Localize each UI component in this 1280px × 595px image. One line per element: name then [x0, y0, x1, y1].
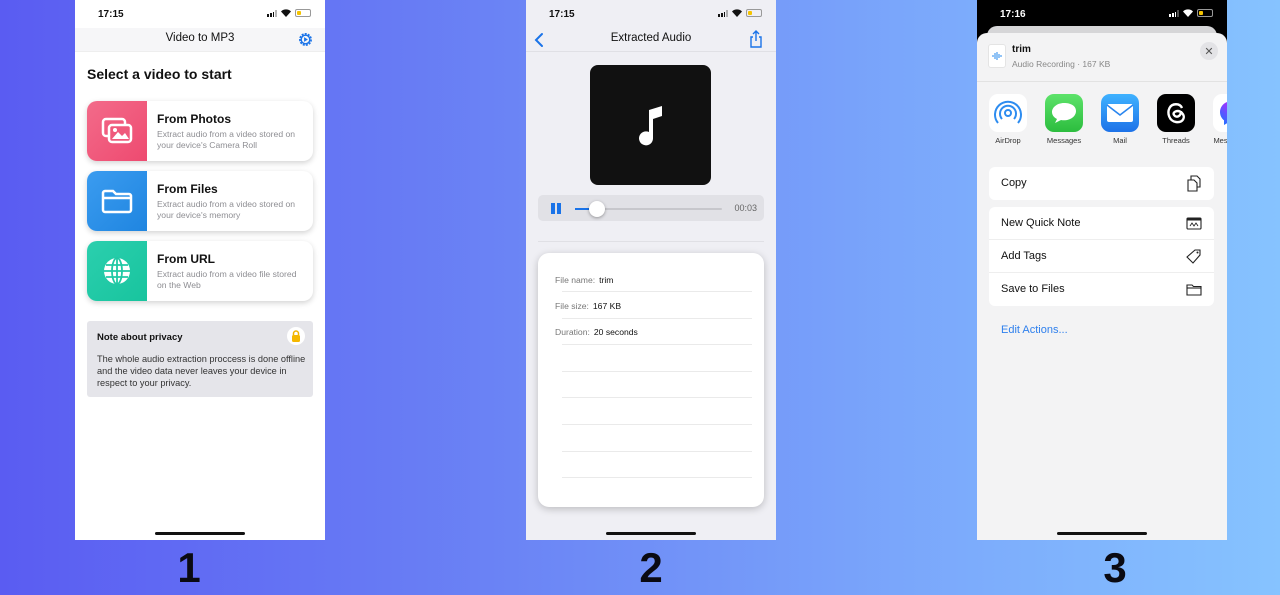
source-title: From Photos [157, 112, 231, 126]
action-add-tags[interactable]: Add Tags [989, 240, 1214, 273]
status-time: 17:15 [549, 9, 575, 20]
home-indicator[interactable] [1057, 532, 1147, 535]
info-duration: Duration: 20 seconds [555, 327, 638, 337]
globe-icon [104, 257, 130, 285]
mail-icon [1101, 94, 1139, 132]
status-bar: 17:16 [977, 0, 1227, 28]
quick-note-icon [1186, 217, 1202, 230]
lock-icon [287, 327, 305, 345]
file-name: trim [1012, 44, 1031, 55]
seek-thumb[interactable] [589, 200, 606, 217]
actions-group-copy: Copy [989, 167, 1214, 200]
share-sheet: trim Audio Recording · 167 KB ✕ AirDrop … [977, 33, 1227, 540]
signal-icon [718, 9, 728, 17]
share-icon[interactable] [748, 30, 764, 48]
source-title: From URL [157, 252, 215, 266]
share-apps-row: AirDrop Messages Mail Threads Mes [989, 94, 1227, 145]
tag-icon [1186, 249, 1201, 264]
source-card-photos[interactable]: From Photos Extract audio from a video s… [87, 101, 313, 161]
action-new-quick-note[interactable]: New Quick Note [989, 207, 1214, 240]
info-file-size: File size: 167 KB [555, 301, 622, 311]
source-description: Extract audio from a video file stored o… [157, 269, 297, 290]
share-app-mail[interactable]: Mail [1101, 94, 1139, 145]
edit-actions-link[interactable]: Edit Actions... [1001, 324, 1068, 336]
file-info-card: File name: trim File size: 167 KB Duration… [538, 253, 764, 507]
messenger-icon [1213, 94, 1227, 132]
audio-file-icon [988, 44, 1006, 68]
close-button[interactable]: ✕ [1200, 42, 1218, 60]
actions-group-more: New Quick Note Add Tags Save to Files [989, 207, 1214, 306]
messages-icon [1045, 94, 1083, 132]
threads-icon [1157, 94, 1195, 132]
source-description: Extract audio from a video stored on you… [157, 129, 296, 150]
nav-bar: Video to MP3 [75, 28, 325, 52]
elapsed-time: 00:03 [734, 203, 757, 213]
screen-video-to-mp3: 17:15 Video to MP3 Select a video to sta… [75, 0, 325, 540]
photos-icon [101, 117, 133, 144]
music-note-icon [638, 106, 662, 146]
share-app-threads[interactable]: Threads [1157, 94, 1195, 145]
home-indicator[interactable] [155, 532, 245, 535]
screen-extracted-audio: 17:15 Extracted Audio 00:03 File name: tr… [526, 0, 776, 540]
share-app-airdrop[interactable]: AirDrop [989, 94, 1027, 145]
pause-button[interactable] [551, 203, 561, 214]
source-description: Extract audio from a video stored on you… [157, 199, 296, 220]
nav-title: Video to MP3 [165, 32, 235, 44]
album-artwork [590, 65, 711, 185]
seek-slider[interactable] [575, 200, 722, 217]
divider [538, 241, 764, 242]
privacy-text: The whole audio extraction proccess is d… [97, 354, 306, 388]
audio-player: 00:03 [538, 195, 764, 221]
step-number-2: 2 [639, 544, 663, 591]
battery-icon [746, 9, 762, 17]
copy-icon [1187, 175, 1201, 192]
step-number-1: 1 [177, 544, 201, 591]
status-bar: 17:15 [526, 0, 776, 28]
source-card-url[interactable]: From URL Extract audio from a video file… [87, 241, 313, 301]
source-card-files[interactable]: From Files Extract audio from a video st… [87, 171, 313, 231]
folder-icon [1186, 284, 1202, 296]
folder-icon [101, 189, 133, 214]
battery-icon [1197, 9, 1213, 17]
signal-icon [1169, 9, 1179, 17]
airdrop-icon [989, 94, 1027, 132]
file-meta: Audio Recording · 167 KB [1012, 59, 1111, 69]
close-icon: ✕ [1204, 45, 1214, 58]
privacy-note: Note about privacy The whole audio extra… [87, 321, 313, 397]
action-copy[interactable]: Copy [989, 167, 1214, 200]
privacy-title: Note about privacy [97, 332, 183, 343]
status-time: 17:15 [98, 9, 124, 20]
wifi-icon [281, 9, 291, 17]
signal-icon [267, 9, 277, 17]
status-time: 17:16 [1000, 9, 1026, 20]
settings-gear-icon[interactable] [298, 32, 313, 47]
home-indicator[interactable] [606, 532, 696, 535]
screen-share-sheet: 17:16 trim Audio Recording · 167 KB ✕ Ai… [977, 0, 1227, 540]
section-title: Select a video to start [87, 66, 232, 82]
share-app-messages[interactable]: Messages [1045, 94, 1083, 145]
battery-icon [295, 9, 311, 17]
nav-bar: Extracted Audio [526, 28, 776, 52]
wifi-icon [732, 9, 742, 17]
action-save-to-files[interactable]: Save to Files [989, 273, 1214, 306]
info-file-name: File name: trim [555, 275, 614, 285]
status-bar: 17:15 [75, 0, 325, 28]
share-app-messenger[interactable]: Messenger [1213, 94, 1227, 145]
step-number-3: 3 [1103, 544, 1127, 591]
nav-title: Extracted Audio [610, 32, 692, 44]
source-title: From Files [157, 182, 218, 196]
wifi-icon [1183, 9, 1193, 17]
